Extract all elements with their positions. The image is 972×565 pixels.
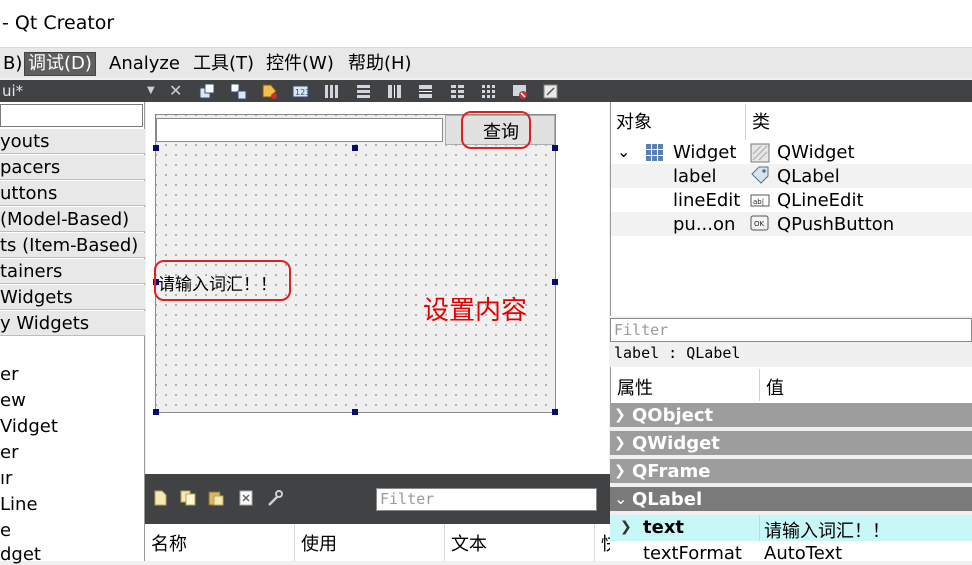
paste-action-icon[interactable] bbox=[207, 489, 225, 507]
layout-form-icon[interactable] bbox=[449, 83, 466, 100]
resize-handle[interactable] bbox=[153, 145, 159, 151]
chevron-right-icon[interactable]: ❯ bbox=[614, 463, 626, 479]
resize-handle[interactable] bbox=[552, 279, 558, 285]
highlight-circle-label bbox=[154, 260, 291, 301]
chevron-right-icon[interactable]: ❯ bbox=[620, 519, 632, 535]
layout-splitter-h-icon[interactable] bbox=[386, 83, 403, 100]
column-divider bbox=[759, 369, 760, 401]
property-column-name[interactable]: 属性 bbox=[617, 374, 653, 400]
svg-text:ab|: ab| bbox=[753, 198, 764, 206]
column-name[interactable]: 名称 bbox=[145, 524, 295, 561]
property-group-qlabel[interactable]: QLabel bbox=[610, 487, 972, 513]
property-group-qframe[interactable]: QFrame bbox=[610, 459, 972, 485]
svg-text:123: 123 bbox=[295, 88, 309, 97]
chevron-down-icon[interactable]: ⌄ bbox=[614, 489, 627, 508]
resize-handle[interactable] bbox=[352, 409, 358, 415]
widget-item[interactable]: e bbox=[0, 520, 11, 541]
inspector-column-object[interactable]: 对象 bbox=[616, 108, 652, 134]
layout-grid-icon[interactable] bbox=[480, 83, 497, 100]
object-class: QLineEdit bbox=[777, 190, 864, 211]
widget-item[interactable]: ew bbox=[0, 390, 26, 411]
object-name: lineEdit bbox=[673, 190, 741, 211]
property-table-header bbox=[610, 367, 972, 403]
adjust-size-icon[interactable] bbox=[542, 83, 559, 100]
property-group-qobject[interactable]: QObject bbox=[610, 403, 972, 429]
edit-widgets-icon[interactable] bbox=[199, 83, 216, 100]
open-file-tab[interactable]: ui* bbox=[0, 80, 164, 102]
menu-debug[interactable]: 调试(D) bbox=[24, 52, 96, 76]
designer-toolbar: ui* ▼ ✕ 123 bbox=[0, 80, 972, 102]
copy-action-icon[interactable] bbox=[179, 489, 197, 507]
menu-widgets[interactable]: 控件(W) bbox=[263, 52, 337, 76]
property-filter-input[interactable]: Filter bbox=[610, 318, 972, 342]
edit-signals-icon[interactable] bbox=[230, 83, 247, 100]
widget-item[interactable]: Line bbox=[0, 494, 38, 515]
resize-handle[interactable] bbox=[552, 409, 558, 415]
column-shortcut[interactable]: 快 bbox=[595, 524, 610, 561]
form-line-edit[interactable] bbox=[156, 118, 443, 142]
category-spacers[interactable]: pacers bbox=[0, 155, 145, 180]
property-name: text bbox=[643, 517, 685, 538]
menu-bar: B) 调试(D) Analyze 工具(T) 控件(W) 帮助(H) bbox=[0, 48, 972, 78]
annotation-text: 设置内容 bbox=[423, 296, 528, 326]
layout-horizontal-icon[interactable] bbox=[323, 83, 340, 100]
object-name: pu...on bbox=[673, 214, 736, 235]
widget-item[interactable]: Vidget bbox=[0, 416, 58, 437]
widget-item[interactable]: dget bbox=[0, 544, 41, 565]
chevron-right-icon[interactable]: ❯ bbox=[614, 407, 626, 423]
menu-analyze[interactable]: Analyze bbox=[106, 52, 183, 76]
object-name: label bbox=[673, 166, 717, 187]
category-layouts[interactable]: youts bbox=[0, 129, 145, 154]
menu-help[interactable]: 帮助(H) bbox=[345, 52, 415, 76]
widget-item[interactable]: er bbox=[0, 442, 18, 463]
resize-handle[interactable] bbox=[352, 145, 358, 151]
new-action-icon[interactable] bbox=[151, 489, 169, 507]
edit-tab-order-icon[interactable]: 123 bbox=[292, 83, 309, 100]
property-group-qwidget[interactable]: QWidget bbox=[610, 431, 972, 457]
svg-text:OK: OK bbox=[754, 220, 765, 228]
inspector-column-class[interactable]: 类 bbox=[752, 108, 770, 134]
close-icon[interactable]: ✕ bbox=[169, 80, 185, 102]
object-class: QLabel bbox=[777, 166, 840, 187]
category-display-widgets[interactable]: y Widgets bbox=[0, 311, 145, 336]
pushbutton-icon: OK bbox=[750, 214, 770, 236]
property-current-object: label : QLabel bbox=[614, 344, 741, 362]
chevron-right-icon[interactable]: ❯ bbox=[614, 435, 626, 451]
widget-item[interactable]: er bbox=[0, 364, 18, 385]
object-name: Widget bbox=[673, 142, 737, 163]
object-class: QPushButton bbox=[777, 214, 895, 235]
property-column-value[interactable]: 值 bbox=[766, 374, 784, 400]
action-filter-input[interactable]: Filter bbox=[376, 488, 597, 511]
widget-item[interactable]: ır bbox=[0, 468, 12, 489]
chevron-down-icon[interactable]: ⌄ bbox=[617, 142, 630, 161]
category-buttons[interactable]: uttons bbox=[0, 181, 145, 206]
layout-vertical-icon[interactable] bbox=[355, 83, 372, 100]
object-class: QWidget bbox=[777, 142, 855, 163]
highlight-circle-button bbox=[461, 111, 531, 149]
category-item-widgets[interactable]: ts (Item-Based) bbox=[0, 233, 145, 258]
column-divider bbox=[745, 104, 746, 140]
resize-handle[interactable] bbox=[153, 409, 159, 415]
edit-buddies-icon[interactable] bbox=[261, 83, 278, 100]
category-item-views[interactable]: (Model-Based) bbox=[0, 207, 145, 232]
column-divider bbox=[759, 515, 760, 541]
layout-splitter-v-icon[interactable] bbox=[417, 83, 434, 100]
property-value[interactable]: 请输入词汇！！ bbox=[764, 517, 890, 543]
settings-wrench-icon[interactable] bbox=[266, 489, 284, 507]
window-title: - Qt Creator bbox=[2, 12, 115, 34]
lineedit-icon: ab| bbox=[750, 192, 770, 212]
resize-handle[interactable] bbox=[552, 145, 558, 151]
widget-filter-input[interactable] bbox=[0, 104, 143, 127]
delete-action-icon[interactable] bbox=[237, 489, 255, 507]
column-text[interactable]: 文本 bbox=[445, 524, 595, 561]
category-input-widgets[interactable]: Widgets bbox=[0, 285, 145, 310]
tab-dropdown-icon[interactable]: ▼ bbox=[147, 80, 161, 102]
menu-tools[interactable]: 工具(T) bbox=[190, 52, 257, 76]
title-bar: - Qt Creator bbox=[0, 0, 972, 48]
label-tag-icon bbox=[750, 166, 770, 190]
menu-build[interactable]: B) bbox=[0, 52, 25, 76]
column-used[interactable]: 使用 bbox=[295, 524, 445, 561]
category-containers[interactable]: tainers bbox=[0, 259, 145, 284]
break-layout-icon[interactable] bbox=[511, 83, 528, 100]
